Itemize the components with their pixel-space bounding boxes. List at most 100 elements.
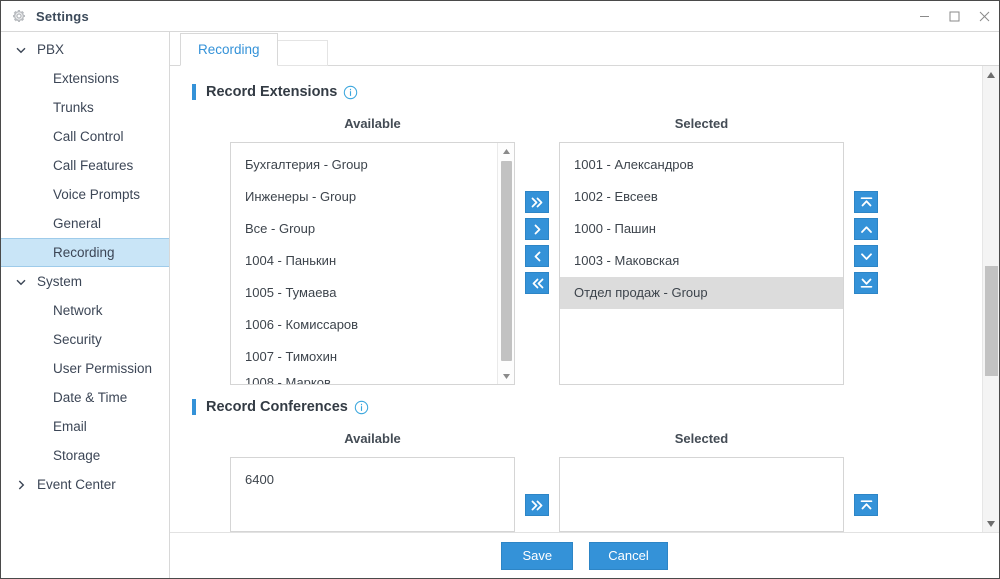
cancel-button-label: Cancel (608, 548, 649, 563)
sidebar-item-user-permission[interactable]: User Permission (1, 354, 169, 383)
sidebar-item-trunks[interactable]: Trunks (1, 93, 169, 122)
section-title: Record Extensions (206, 84, 338, 100)
list-item[interactable]: Отдел продаж - Group (560, 277, 843, 309)
move-left-button[interactable] (525, 245, 549, 267)
sidebar-item-call-features[interactable]: Call Features (1, 151, 169, 180)
sidebar-item-label: Email (53, 419, 87, 434)
scroll-up-icon[interactable] (983, 66, 999, 83)
sidebar-item-date-time[interactable]: Date & Time (1, 383, 169, 412)
sidebar-item-label: Call Control (53, 129, 124, 144)
sidebar-group-pbx[interactable]: PBX (1, 35, 169, 64)
available-list-scrollbar[interactable] (497, 143, 514, 384)
sidebar-group-label: PBX (37, 42, 65, 57)
sidebar-item-label: General (53, 216, 102, 231)
move-to-top-button[interactable] (854, 191, 878, 213)
minimize-button[interactable] (909, 1, 939, 32)
list-item[interactable]: 1008 - Марков (231, 373, 497, 384)
sidebar-item-call-control[interactable]: Call Control (1, 122, 169, 151)
info-icon[interactable] (354, 400, 369, 415)
section-accent-bar (192, 84, 196, 100)
move-down-button[interactable] (854, 245, 878, 267)
move-to-top-button[interactable] (854, 494, 878, 516)
selected-label: Selected (674, 116, 729, 131)
list-item[interactable]: 1007 - Тимохин (231, 341, 497, 373)
order-button-column (844, 431, 888, 516)
title-bar: Settings (1, 1, 999, 32)
sidebar-item-label: Call Features (53, 158, 134, 173)
sidebar-item-label: User Permission (53, 361, 153, 376)
move-all-right-button[interactable] (525, 494, 549, 516)
list-item[interactable]: 1002 - Евсеев (560, 181, 843, 213)
move-to-bottom-button[interactable] (854, 272, 878, 294)
tab-recording[interactable]: Recording (180, 33, 278, 66)
scroll-down-icon[interactable] (983, 515, 999, 532)
sidebar-item-recording[interactable]: Recording (1, 238, 169, 267)
move-all-left-button[interactable] (525, 272, 549, 294)
transfer-button-column (515, 116, 559, 294)
selected-list-items (560, 458, 843, 531)
available-listbox[interactable]: 6400 (230, 457, 515, 532)
sidebar-item-general[interactable]: General (1, 209, 169, 238)
info-icon[interactable] (343, 85, 358, 100)
available-column: Available 6400 (230, 431, 515, 532)
sidebar-item-extensions[interactable]: Extensions (1, 64, 169, 93)
list-item[interactable]: 1001 - Александров (560, 149, 843, 181)
move-right-button[interactable] (525, 218, 549, 240)
selected-listbox[interactable]: 1001 - Александров 1002 - Евсеев 1000 - … (559, 142, 844, 385)
list-item[interactable]: Инженеры - Group (231, 181, 497, 213)
selected-listbox[interactable] (559, 457, 844, 532)
page-scrollbar[interactable] (982, 66, 999, 532)
gear-icon (11, 8, 27, 24)
selected-column: Selected (559, 431, 844, 532)
tab-strip: Recording (170, 32, 999, 66)
sidebar-item-voice-prompts[interactable]: Voice Prompts (1, 180, 169, 209)
sidebar-item-label: Security (53, 332, 102, 347)
scrollbar-thumb[interactable] (501, 161, 512, 361)
sidebar-item-label: Recording (53, 245, 115, 260)
maximize-button[interactable] (939, 1, 969, 32)
scroll-down-icon[interactable] (498, 368, 514, 384)
list-item[interactable]: 6400 (231, 464, 514, 496)
available-listbox[interactable]: Бухгалтерия - Group Инженеры - Group Все… (230, 142, 515, 385)
chevron-right-icon (13, 477, 29, 493)
sidebar-item-email[interactable]: Email (1, 412, 169, 441)
window-title: Settings (36, 8, 89, 24)
sidebar-group-label: System (37, 274, 83, 289)
list-item[interactable]: Все - Group (231, 213, 497, 245)
sidebar-item-security[interactable]: Security (1, 325, 169, 354)
list-item[interactable]: 1003 - Маковская (560, 245, 843, 277)
sidebar-item-label: Voice Prompts (53, 187, 141, 202)
sidebar-item-label: Trunks (53, 100, 94, 115)
scroll-up-icon[interactable] (498, 143, 514, 159)
footer-actions: Save Cancel (170, 532, 999, 578)
record-extensions-dual-list: Available Бухгалтерия - Group Инженеры -… (192, 116, 975, 385)
move-all-right-button[interactable] (525, 191, 549, 213)
available-label: Available (344, 431, 401, 446)
list-item[interactable]: 1006 - Комиссаров (231, 309, 497, 341)
list-item[interactable]: 1005 - Тумаева (231, 277, 497, 309)
cancel-button[interactable]: Cancel (589, 541, 668, 570)
sidebar-item-network[interactable]: Network (1, 296, 169, 325)
move-up-button[interactable] (854, 218, 878, 240)
content-area: Recording Record Extensions Available Бу… (170, 32, 999, 578)
save-button[interactable]: Save (501, 541, 574, 570)
sidebar-group-event-center[interactable]: Event Center (1, 470, 169, 499)
scrollbar-thumb[interactable] (985, 266, 998, 376)
list-item[interactable]: 1004 - Панькин (231, 245, 497, 277)
sidebar-group-system[interactable]: System (1, 267, 169, 296)
list-item[interactable]: 1000 - Пашин (560, 213, 843, 245)
available-list-items: 6400 (231, 458, 514, 531)
sidebar: PBX Extensions Trunks Call Control Call … (1, 32, 170, 578)
sidebar-group-label: Event Center (37, 477, 116, 492)
available-list-items: Бухгалтерия - Group Инженеры - Group Все… (231, 143, 497, 384)
selected-list-items: 1001 - Александров 1002 - Евсеев 1000 - … (560, 143, 843, 384)
sidebar-item-storage[interactable]: Storage (1, 441, 169, 470)
order-button-column (844, 116, 888, 294)
chevron-down-icon (13, 274, 29, 290)
selected-label: Selected (674, 431, 729, 446)
window-body: PBX Extensions Trunks Call Control Call … (1, 32, 999, 578)
available-label: Available (344, 116, 401, 131)
close-button[interactable] (969, 1, 999, 32)
section-accent-bar (192, 399, 196, 415)
list-item[interactable]: Бухгалтерия - Group (231, 149, 497, 181)
